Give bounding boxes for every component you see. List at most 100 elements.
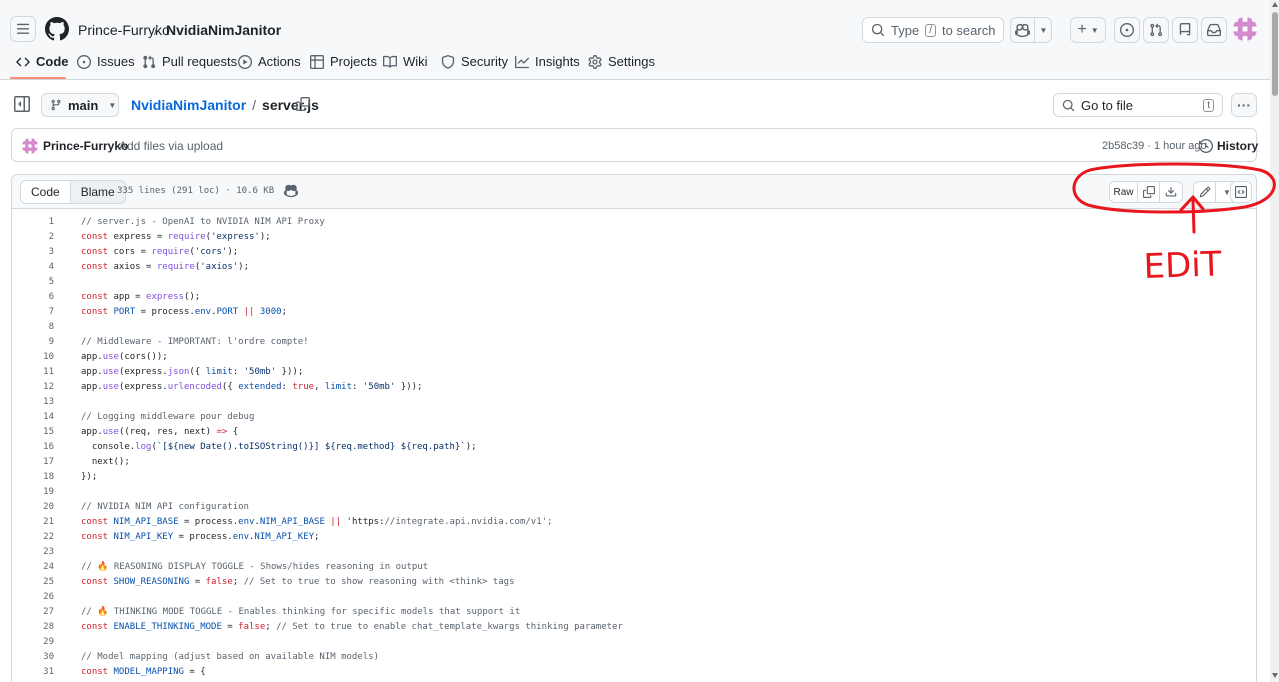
code-line[interactable]: 8 [12,320,1256,335]
line-number[interactable]: 18 [12,470,54,485]
create-new-button[interactable]: + ▼ [1070,17,1106,43]
code-line[interactable]: 17 next(); [12,455,1256,470]
code-line[interactable]: 13 [12,395,1256,410]
tab-settings[interactable]: Settings [588,54,655,69]
more-options-button[interactable]: ··· [1231,93,1257,117]
code-line[interactable]: 4 const axios = require('axios'); [12,260,1256,275]
line-number[interactable]: 1 [12,215,54,230]
code-line[interactable]: 16 console.log(`[${new Date().toISOStrin… [12,440,1256,455]
ask-copilot-button[interactable] [284,184,300,200]
line-number[interactable]: 10 [12,350,54,365]
code-line[interactable]: 24 // 🔥 REASONING DISPLAY TOGGLE - Shows/… [12,560,1256,575]
line-number[interactable]: 31 [12,665,54,680]
copilot-button[interactable]: ▼ [1010,17,1052,43]
code-line[interactable]: 22 const NIM_API_KEY = process.env.NIM_AP… [12,530,1256,545]
commit-author[interactable]: Prince-Furryko [43,139,128,153]
code-line[interactable]: 7 const PORT = process.env.PORT || 3000; [12,305,1256,320]
code-line[interactable]: 25 const SHOW_REASONING = false; // Set t… [12,575,1256,590]
line-number[interactable]: 8 [12,320,54,335]
code-line[interactable]: 23 [12,545,1256,560]
github-logo-icon[interactable] [44,17,69,41]
tab-issues[interactable]: Issues [77,54,135,69]
line-number[interactable]: 29 [12,635,54,650]
scroll-down-arrow[interactable] [1272,673,1278,678]
line-number[interactable]: 20 [12,500,54,515]
code-line[interactable]: 31 const MODEL_MAPPING = { [12,665,1256,680]
line-number[interactable]: 25 [12,575,54,590]
code-line[interactable]: 2 const express = require('express'); [12,230,1256,245]
line-number[interactable]: 6 [12,290,54,305]
code-line[interactable]: 30 // Model mapping (adjust based on avai… [12,650,1256,665]
code-line[interactable]: 5 [12,275,1256,290]
code-line[interactable]: 28 const ENABLE_THINKING_MODE = false; //… [12,620,1256,635]
line-number[interactable]: 19 [12,485,54,500]
user-avatar[interactable] [1233,17,1257,41]
code-line[interactable]: 14 // Logging middleware pour debug [12,410,1256,425]
line-number[interactable]: 23 [12,545,54,560]
code-line[interactable]: 29 [12,635,1256,650]
code-view-tab[interactable]: Code [21,181,71,203]
scroll-up-arrow[interactable] [1272,2,1278,7]
code-line[interactable]: 19 [12,485,1256,500]
copy-path-button[interactable] [296,97,310,111]
code-line[interactable]: 6 const app = express(); [12,290,1256,305]
line-number[interactable]: 17 [12,455,54,470]
page-scrollbar[interactable] [1270,0,1279,682]
tab-actions[interactable]: Actions [238,54,301,69]
line-number[interactable]: 11 [12,365,54,380]
code-line[interactable]: 11 app.use(express.json({ limit: '50mb' }… [12,365,1256,380]
tab-code[interactable]: Code [16,54,69,69]
code-line[interactable]: 20 // NVIDIA NIM API configuration [12,500,1256,515]
tab-insights[interactable]: Insights [515,54,580,69]
commit-meta[interactable]: 2b58c39 · 1 hour ago [1102,140,1207,152]
code-line[interactable]: 27 // 🔥 THINKING MODE TOGGLE - Enables th… [12,605,1256,620]
tab-wiki[interactable]: Wiki [383,54,428,69]
file-tree-toggle-button[interactable] [14,96,32,114]
line-number[interactable]: 9 [12,335,54,350]
line-number[interactable]: 12 [12,380,54,395]
line-number[interactable]: 7 [12,305,54,320]
code-line[interactable]: 3 const cors = require('cors'); [12,245,1256,260]
code-line[interactable]: 15 app.use((req, res, next) => { [12,425,1256,440]
line-number[interactable]: 2 [12,230,54,245]
code-line[interactable]: 12 app.use(express.urlencoded({ extended:… [12,380,1256,395]
go-to-file-input[interactable]: Go to file t [1053,93,1223,117]
branch-selector[interactable]: main ▼ [41,93,119,117]
path-repo-link[interactable]: NvidiaNimJanitor [131,97,246,113]
tab-projects[interactable]: Projects [310,54,377,69]
line-number[interactable]: 14 [12,410,54,425]
tab-security[interactable]: Security [441,54,508,69]
raw-button[interactable]: Raw [1110,182,1138,202]
line-number[interactable]: 13 [12,395,54,410]
commit-message[interactable]: Add files via upload [119,139,223,153]
tab-pull-requests[interactable]: Pull requests [142,54,237,69]
line-number[interactable]: 28 [12,620,54,635]
code-line[interactable]: 9 // Middleware - IMPORTANT: l'ordre comp… [12,335,1256,350]
edit-file-button[interactable] [1194,182,1216,202]
commit-author-avatar[interactable] [22,138,38,154]
scroll-thumb[interactable] [1272,12,1278,96]
repo-link[interactable]: NvidiaNimJanitor [166,22,281,38]
code-line[interactable]: 1 // server.js - OpenAI to NVIDIA NIM API… [12,215,1256,230]
line-number[interactable]: 15 [12,425,54,440]
line-number[interactable]: 22 [12,530,54,545]
line-number[interactable]: 27 [12,605,54,620]
search-input[interactable]: Type / to search [862,17,1004,43]
symbols-panel-button[interactable] [1230,181,1252,203]
line-number[interactable]: 4 [12,260,54,275]
code-line[interactable]: 26 [12,590,1256,605]
line-number[interactable]: 24 [12,560,54,575]
repositories-button[interactable] [1172,17,1198,43]
line-number[interactable]: 5 [12,275,54,290]
code-line[interactable]: 21 const NIM_API_BASE = process.env.NIM_A… [12,515,1256,530]
line-number[interactable]: 3 [12,245,54,260]
code-lines[interactable]: 1 // server.js - OpenAI to NVIDIA NIM API… [12,215,1256,680]
menu-button[interactable] [10,16,36,42]
line-number[interactable]: 30 [12,650,54,665]
history-button[interactable]: History [1199,139,1258,153]
your-pull-requests-button[interactable] [1143,17,1169,43]
code-line[interactable]: 18}); [12,470,1256,485]
your-issues-button[interactable] [1114,17,1140,43]
download-button[interactable] [1160,182,1182,202]
copy-raw-button[interactable] [1138,182,1160,202]
